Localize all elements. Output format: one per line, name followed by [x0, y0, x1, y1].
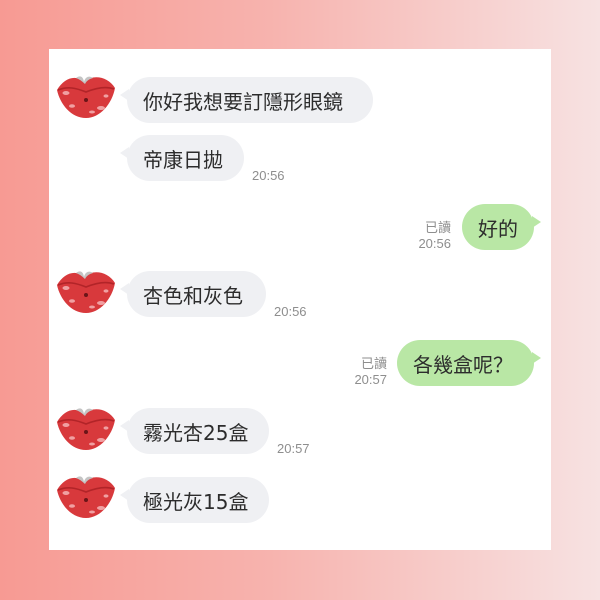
message-text: 霧光杏25盒: [143, 420, 249, 445]
lips-avatar-icon[interactable]: [54, 70, 118, 122]
message-text: 各幾盒呢？: [413, 352, 513, 377]
message-timestamp: 20:56: [252, 168, 285, 183]
incoming-message-bubble[interactable]: 霧光杏25盒: [120, 408, 269, 454]
message-timestamp: 20:57: [277, 441, 310, 456]
message-text: 帝康日拋: [143, 147, 223, 172]
lips-avatar-icon[interactable]: [54, 402, 118, 454]
incoming-message-bubble[interactable]: 杏色和灰色: [120, 271, 266, 317]
message-timestamp: 20:56: [274, 304, 307, 319]
message-timestamp: 20:56: [418, 236, 451, 251]
read-receipt: 已讀: [424, 221, 451, 236]
lips-avatar-icon[interactable]: [54, 470, 118, 522]
read-receipt: 已讀: [360, 357, 387, 372]
message-text: 極光灰15盒: [143, 489, 249, 514]
message-text: 好的: [478, 216, 518, 241]
outgoing-message-bubble[interactable]: 各幾盒呢？: [397, 340, 541, 386]
message-text: 杏色和灰色: [143, 283, 243, 308]
outgoing-message-bubble[interactable]: 好的: [462, 204, 541, 250]
incoming-message-bubble[interactable]: 帝康日拋: [120, 135, 244, 181]
lips-avatar-icon[interactable]: [54, 265, 118, 317]
chat-panel: 你好我想要訂隱形眼鏡 帝康日拋 20:56 已讀 20:56 好的 杏色和灰色 …: [49, 49, 551, 550]
message-text: 你好我想要訂隱形眼鏡: [143, 89, 343, 114]
incoming-message-bubble[interactable]: 你好我想要訂隱形眼鏡: [120, 77, 373, 123]
incoming-message-bubble[interactable]: 極光灰15盒: [120, 477, 269, 523]
message-timestamp: 20:57: [354, 372, 387, 387]
